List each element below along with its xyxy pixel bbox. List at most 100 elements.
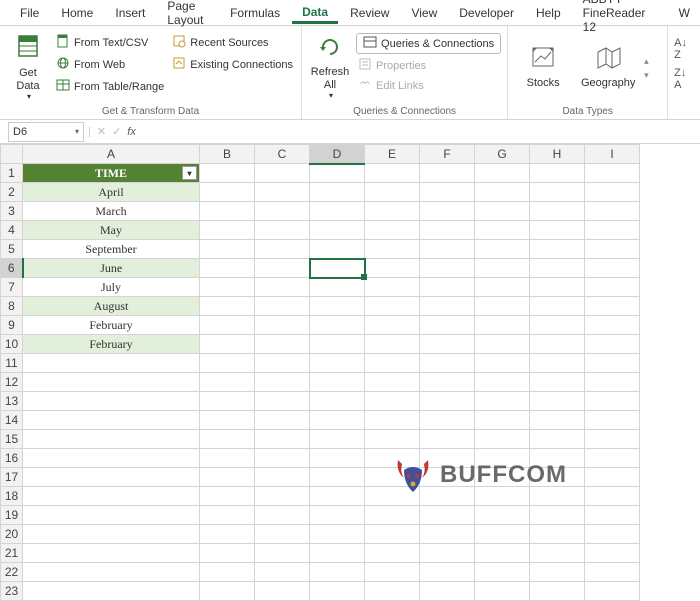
filter-dropdown-button[interactable]: ▾ (182, 166, 197, 180)
cell-D4[interactable] (310, 221, 365, 240)
cell-F19[interactable] (420, 506, 475, 525)
cell-C1[interactable] (255, 164, 310, 183)
cell-H7[interactable] (530, 278, 585, 297)
cell-H16[interactable] (530, 449, 585, 468)
cell-I16[interactable] (585, 449, 640, 468)
cell-G9[interactable] (475, 316, 530, 335)
cell-B14[interactable] (200, 411, 255, 430)
cell-C14[interactable] (255, 411, 310, 430)
cell-F8[interactable] (420, 297, 475, 316)
cell-F22[interactable] (420, 563, 475, 582)
tab-review[interactable]: Review (340, 2, 399, 24)
cell-A19[interactable] (23, 506, 200, 525)
cell-B15[interactable] (200, 430, 255, 449)
cell-B16[interactable] (200, 449, 255, 468)
col-header-H[interactable]: H (530, 145, 585, 164)
col-header-B[interactable]: B (200, 145, 255, 164)
cell-A3[interactable]: March (23, 202, 200, 221)
cell-B6[interactable] (200, 259, 255, 278)
cell-E2[interactable] (365, 183, 420, 202)
cell-F20[interactable] (420, 525, 475, 544)
cell-E13[interactable] (365, 392, 420, 411)
cell-D15[interactable] (310, 430, 365, 449)
cell-E22[interactable] (365, 563, 420, 582)
row-header-16[interactable]: 16 (1, 449, 23, 468)
cell-E10[interactable] (365, 335, 420, 354)
cell-H11[interactable] (530, 354, 585, 373)
cell-A16[interactable] (23, 449, 200, 468)
cell-D10[interactable] (310, 335, 365, 354)
cell-H13[interactable] (530, 392, 585, 411)
cell-F10[interactable] (420, 335, 475, 354)
tab-data[interactable]: Data (292, 1, 338, 24)
row-header-20[interactable]: 20 (1, 525, 23, 544)
cell-C3[interactable] (255, 202, 310, 221)
cell-F9[interactable] (420, 316, 475, 335)
tab-view[interactable]: View (401, 2, 447, 24)
row-header-11[interactable]: 11 (1, 354, 23, 373)
cell-A22[interactable] (23, 563, 200, 582)
cell-B1[interactable] (200, 164, 255, 183)
cell-I2[interactable] (585, 183, 640, 202)
cell-B2[interactable] (200, 183, 255, 202)
cell-E17[interactable] (365, 468, 420, 487)
cell-B11[interactable] (200, 354, 255, 373)
cell-H4[interactable] (530, 221, 585, 240)
col-header-I[interactable]: I (585, 145, 640, 164)
cell-G1[interactable] (475, 164, 530, 183)
cell-B13[interactable] (200, 392, 255, 411)
row-header-18[interactable]: 18 (1, 487, 23, 506)
cell-G5[interactable] (475, 240, 530, 259)
cell-A20[interactable] (23, 525, 200, 544)
cell-A7[interactable]: July (23, 278, 200, 297)
row-header-22[interactable]: 22 (1, 563, 23, 582)
cell-H15[interactable] (530, 430, 585, 449)
cell-I9[interactable] (585, 316, 640, 335)
cell-E11[interactable] (365, 354, 420, 373)
cell-G20[interactable] (475, 525, 530, 544)
cell-C22[interactable] (255, 563, 310, 582)
cell-D12[interactable] (310, 373, 365, 392)
cell-B20[interactable] (200, 525, 255, 544)
cell-D9[interactable] (310, 316, 365, 335)
cell-H14[interactable] (530, 411, 585, 430)
cell-I19[interactable] (585, 506, 640, 525)
cell-D19[interactable] (310, 506, 365, 525)
cell-A17[interactable] (23, 468, 200, 487)
cell-I8[interactable] (585, 297, 640, 316)
cell-I1[interactable] (585, 164, 640, 183)
cell-B10[interactable] (200, 335, 255, 354)
row-header-4[interactable]: 4 (1, 221, 23, 240)
tab-developer[interactable]: Developer (449, 2, 524, 24)
cell-A12[interactable] (23, 373, 200, 392)
cell-G17[interactable] (475, 468, 530, 487)
cell-D8[interactable] (310, 297, 365, 316)
cell-H17[interactable] (530, 468, 585, 487)
cell-F5[interactable] (420, 240, 475, 259)
cell-C5[interactable] (255, 240, 310, 259)
cell-E7[interactable] (365, 278, 420, 297)
name-box[interactable]: D6 ▾ (8, 122, 84, 142)
cell-C2[interactable] (255, 183, 310, 202)
row-header-8[interactable]: 8 (1, 297, 23, 316)
cell-E9[interactable] (365, 316, 420, 335)
cell-I3[interactable] (585, 202, 640, 221)
cell-D11[interactable] (310, 354, 365, 373)
cell-F14[interactable] (420, 411, 475, 430)
cell-I22[interactable] (585, 563, 640, 582)
sort-desc-icon[interactable]: Z↓A (674, 67, 687, 91)
row-header-13[interactable]: 13 (1, 392, 23, 411)
cell-G10[interactable] (475, 335, 530, 354)
row-header-6[interactable]: 6 (1, 259, 23, 278)
cell-H21[interactable] (530, 544, 585, 563)
cell-H8[interactable] (530, 297, 585, 316)
cell-G21[interactable] (475, 544, 530, 563)
from-text-csv-button[interactable]: From Text/CSV (54, 33, 166, 52)
cell-A21[interactable] (23, 544, 200, 563)
cell-D16[interactable] (310, 449, 365, 468)
cell-I6[interactable] (585, 259, 640, 278)
cell-E18[interactable] (365, 487, 420, 506)
cell-H3[interactable] (530, 202, 585, 221)
cell-F6[interactable] (420, 259, 475, 278)
chevron-up-icon[interactable]: ▴ (644, 56, 649, 67)
